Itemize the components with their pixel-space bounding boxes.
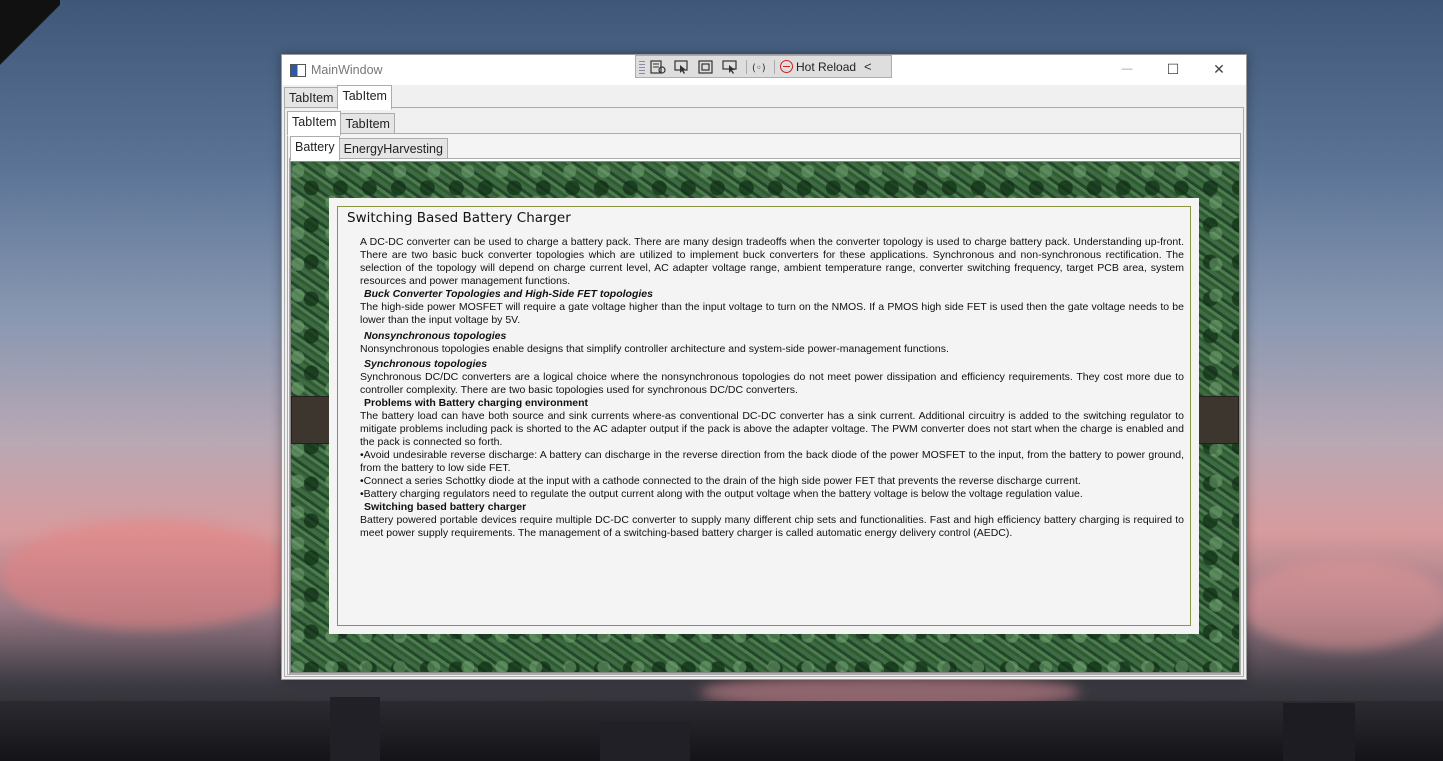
cloud bbox=[0, 520, 300, 630]
toolbar-separator bbox=[774, 59, 775, 74]
live-visual-tree-icon[interactable] bbox=[650, 59, 666, 74]
maximize-button[interactable]: ☐ bbox=[1150, 55, 1196, 85]
cloud bbox=[1240, 560, 1443, 650]
tab-outer-1[interactable]: TabItem bbox=[284, 87, 339, 109]
hot-reload-label[interactable]: Hot Reload bbox=[796, 60, 856, 74]
tower-building bbox=[1283, 703, 1355, 761]
minimize-button[interactable]: — bbox=[1104, 55, 1150, 85]
title-bar[interactable]: MainWindow (◦) Hot Reload < — ☐ ✕ bbox=[282, 55, 1246, 85]
xaml-debug-toolbar: (◦) Hot Reload < bbox=[635, 55, 892, 78]
inner-tab-strip: Battery EnergyHarvesting bbox=[290, 136, 448, 161]
paragraph-problems: The battery load can have both source an… bbox=[360, 410, 1184, 448]
middle-tab-strip: TabItem TabItem bbox=[287, 111, 395, 136]
desktop-corner-shadow bbox=[0, 0, 60, 100]
document-panel: Switching Based Battery Charger A DC-DC … bbox=[329, 198, 1199, 634]
bullet-reverse-discharge: •Avoid undesirable reverse discharge: A … bbox=[360, 449, 1184, 474]
outer-tab-strip: TabItem TabItem bbox=[284, 85, 392, 110]
heading-nonsynchronous: Nonsynchronous topologies bbox=[364, 330, 507, 342]
tab-battery[interactable]: Battery bbox=[290, 136, 340, 161]
display-layout-adorners-icon[interactable] bbox=[698, 59, 714, 74]
paragraph-intro: A DC-DC converter can be used to charge … bbox=[360, 236, 1184, 287]
select-element-icon[interactable] bbox=[674, 59, 690, 74]
window-title: MainWindow bbox=[311, 63, 383, 77]
marble-frame: Switching Based Battery Charger A DC-DC … bbox=[290, 161, 1240, 673]
track-focused-element-icon[interactable] bbox=[722, 59, 738, 74]
toolbar-separator bbox=[746, 59, 747, 74]
svg-text:(◦): (◦) bbox=[752, 63, 766, 74]
tab-middle-2[interactable]: TabItem bbox=[340, 113, 395, 135]
bullet-regulators: •Battery charging regulators need to reg… bbox=[360, 488, 1083, 500]
document-body: A DC-DC converter can be used to charge … bbox=[360, 236, 1184, 540]
heading-switching-charger: Switching based battery charger bbox=[364, 501, 527, 513]
document-title: Switching Based Battery Charger bbox=[347, 210, 571, 226]
bullet-schottky-diode: •Connect a series Schottky diode at the … bbox=[360, 475, 1081, 487]
heading-buck-converter: Buck Converter Topologies and High-Side … bbox=[364, 288, 653, 300]
tab-energy-harvesting[interactable]: EnergyHarvesting bbox=[338, 138, 448, 160]
building bbox=[330, 697, 380, 761]
paragraph-switching-charger: Battery powered portable devices require… bbox=[360, 514, 1184, 539]
binding-failures-icon[interactable]: (◦) bbox=[752, 60, 766, 74]
building bbox=[600, 721, 690, 761]
main-window: MainWindow (◦) Hot Reload < — ☐ ✕ TabIte… bbox=[281, 54, 1247, 680]
paragraph-synchronous: Synchronous DC/DC converters are a logic… bbox=[360, 371, 1184, 396]
close-button[interactable]: ✕ bbox=[1196, 55, 1242, 85]
toolbar-grip-handle[interactable] bbox=[639, 59, 645, 74]
tab-outer-2[interactable]: TabItem bbox=[337, 85, 392, 110]
heading-synchronous: Synchronous topologies bbox=[364, 358, 488, 370]
heading-problems: Problems with Battery charging environme… bbox=[364, 397, 589, 409]
city-skyline bbox=[0, 701, 1443, 761]
tab-middle-1[interactable]: TabItem bbox=[287, 111, 342, 136]
window-app-icon bbox=[290, 64, 306, 77]
paragraph-nonsynchronous: Nonsynchronous topologies enable designs… bbox=[360, 343, 949, 355]
collapse-toolbar-button[interactable]: < bbox=[864, 59, 872, 74]
hot-reload-stop-icon[interactable] bbox=[780, 60, 793, 73]
paragraph-high-side: The high-side power MOSFET will require … bbox=[360, 301, 1184, 326]
